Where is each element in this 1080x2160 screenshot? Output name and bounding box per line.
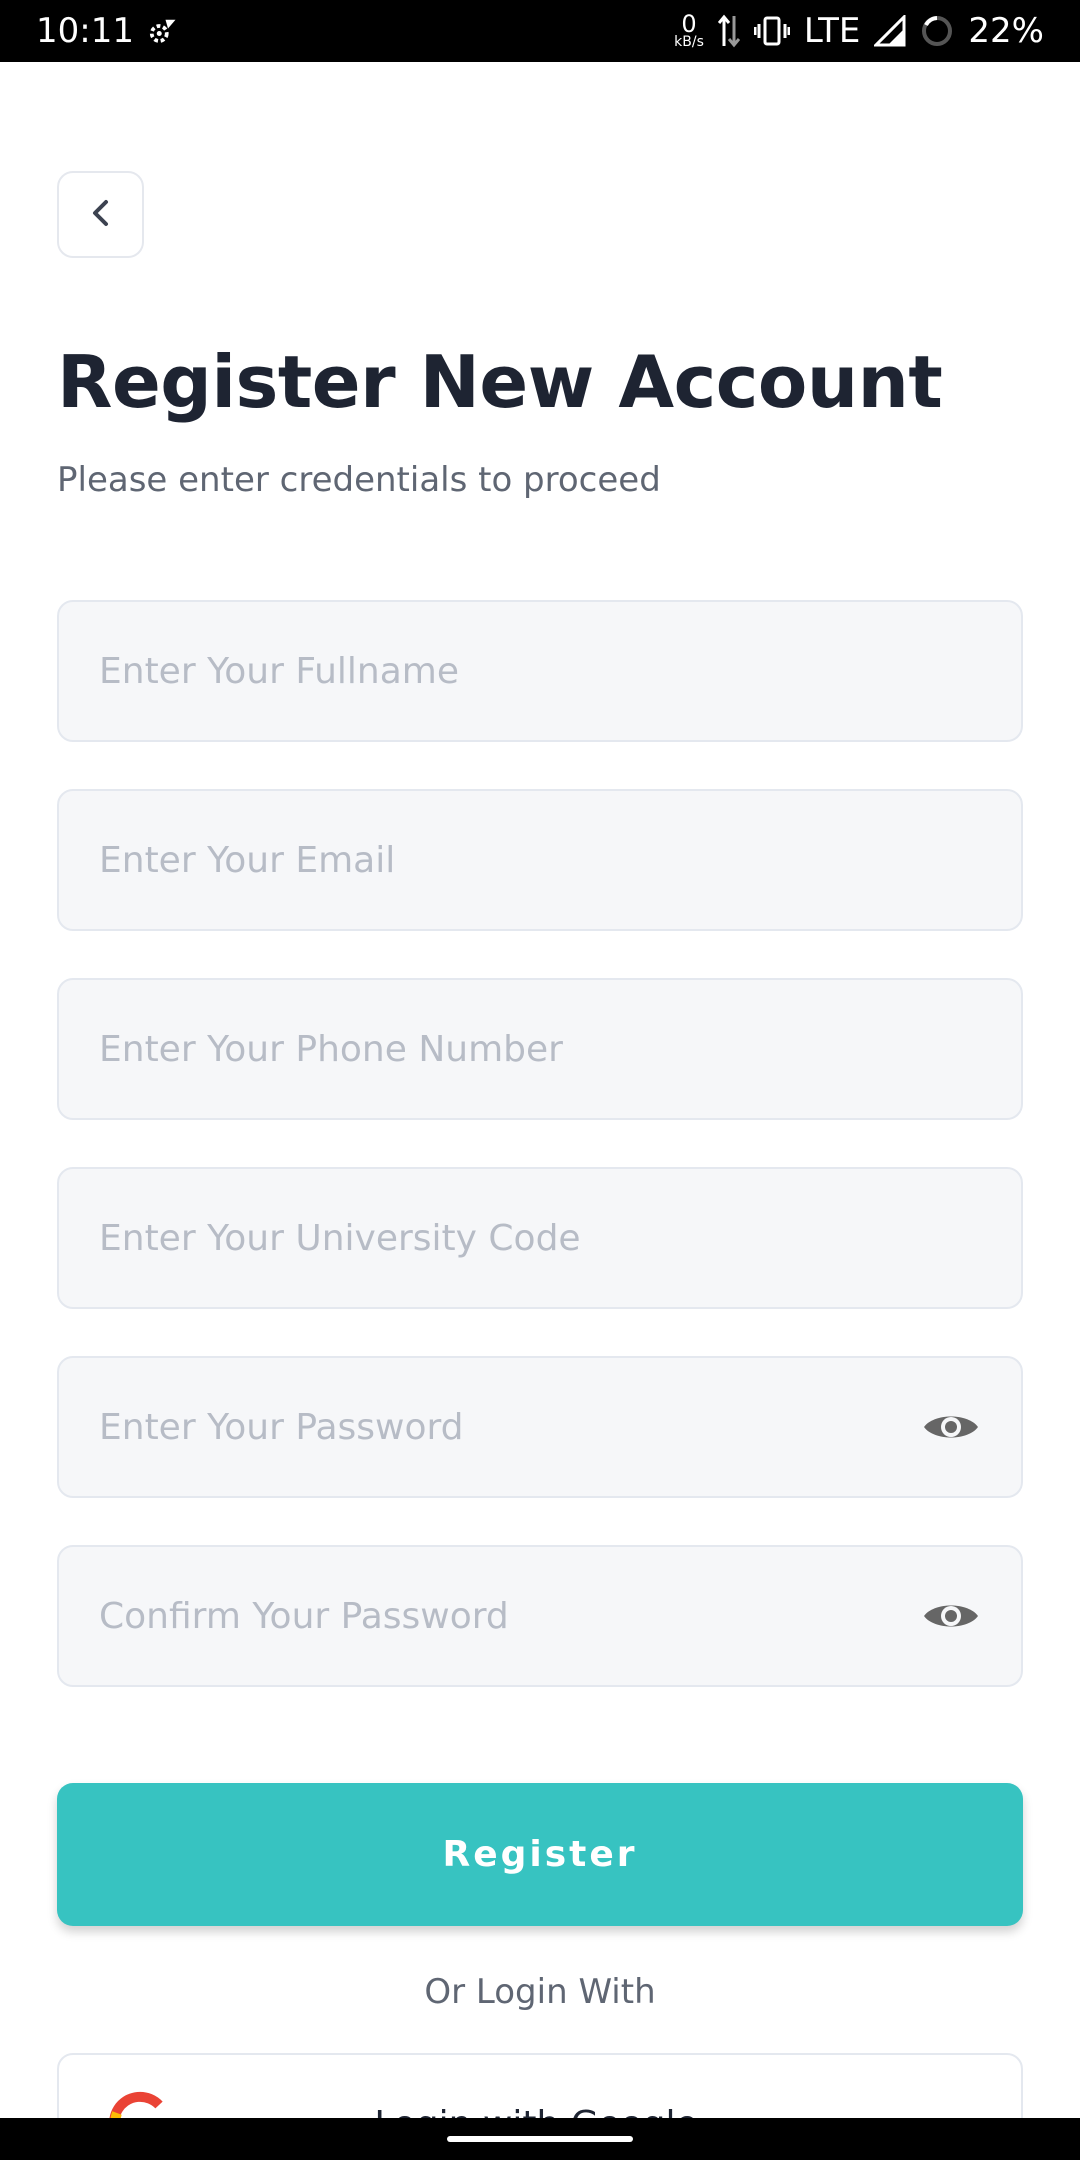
vibrate-icon bbox=[753, 16, 790, 46]
status-time: 10:11 bbox=[36, 11, 134, 51]
eye-icon[interactable] bbox=[921, 1397, 981, 1457]
data-transfer-icon bbox=[717, 14, 740, 48]
data-rate-unit: kB/s bbox=[674, 34, 704, 50]
data-rate: 0 kB/s bbox=[674, 10, 704, 50]
page-title: Register New Account bbox=[57, 340, 943, 424]
email-input[interactable] bbox=[99, 839, 981, 881]
navigation-bar bbox=[0, 2118, 1080, 2160]
status-bar: 10:11 0 kB/s LTE 22% bbox=[0, 0, 1080, 62]
phone-input[interactable] bbox=[99, 1028, 981, 1070]
settings-gear-icon bbox=[148, 16, 178, 46]
battery-icon bbox=[920, 14, 954, 48]
back-button[interactable] bbox=[57, 171, 144, 258]
register-screen: 10:11 0 kB/s LTE 22% Register New Accoun… bbox=[0, 0, 1080, 2160]
confirm-password-field bbox=[57, 1545, 1023, 1687]
eye-icon[interactable] bbox=[921, 1586, 981, 1646]
battery-level: 22% bbox=[968, 11, 1044, 51]
password-field bbox=[57, 1356, 1023, 1498]
page-subtitle: Please enter credentials to proceed bbox=[57, 460, 661, 500]
password-input[interactable] bbox=[99, 1406, 921, 1448]
chevron-left-icon bbox=[86, 196, 116, 234]
university-code-field bbox=[57, 1167, 1023, 1309]
phone-field bbox=[57, 978, 1023, 1120]
university-code-input[interactable] bbox=[99, 1217, 981, 1259]
confirm-password-input[interactable] bbox=[99, 1595, 921, 1637]
home-gesture-handle[interactable] bbox=[447, 2136, 633, 2142]
fullname-input[interactable] bbox=[99, 650, 981, 692]
network-type: LTE bbox=[803, 11, 861, 51]
register-button[interactable]: Register bbox=[57, 1783, 1023, 1926]
data-rate-value: 0 bbox=[681, 10, 697, 38]
or-login-with-label: Or Login With bbox=[424, 1972, 656, 2012]
email-field bbox=[57, 789, 1023, 931]
signal-icon bbox=[874, 15, 906, 47]
fullname-field bbox=[57, 600, 1023, 742]
